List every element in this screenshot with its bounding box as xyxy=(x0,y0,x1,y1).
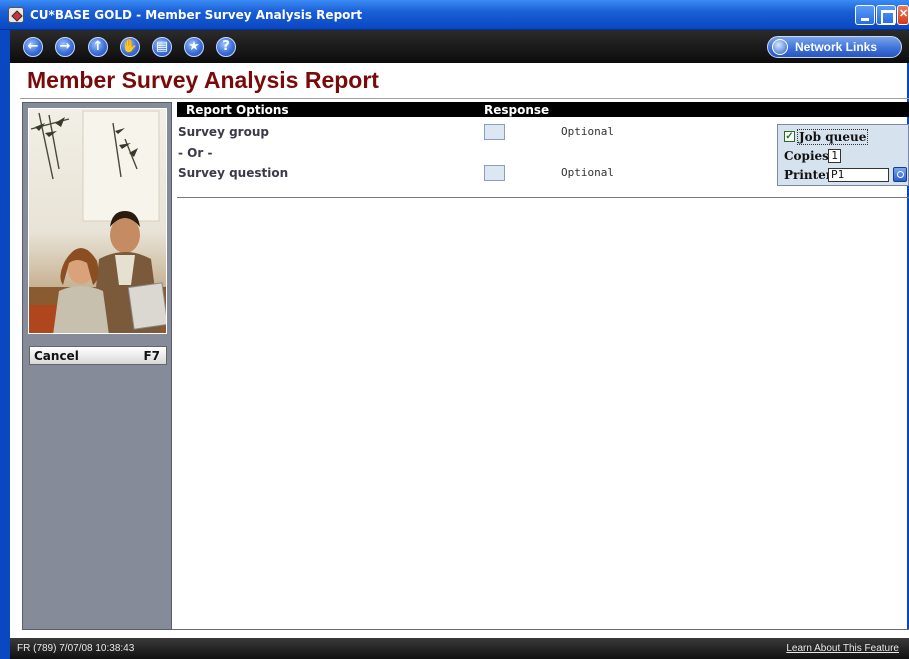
globe-icon xyxy=(772,39,788,55)
close-button[interactable] xyxy=(897,5,909,25)
job-queue-label[interactable]: Job queue xyxy=(797,129,869,145)
printer-lookup-icon[interactable] xyxy=(893,167,907,182)
side-panel: Cancel F7 xyxy=(22,102,172,630)
window-frame-left xyxy=(0,30,10,659)
status-bar: FR (789) 7/07/08 10:38:43 Learn About Th… xyxy=(10,638,909,659)
network-links-button[interactable]: Network Links xyxy=(767,36,902,58)
maximize-button[interactable] xyxy=(876,5,896,25)
printer-label: Printer xyxy=(784,168,833,182)
printer-input[interactable]: P1 xyxy=(828,168,889,182)
title-bar: CU*BASE GOLD - Member Survey Analysis Re… xyxy=(0,0,909,30)
print-icon[interactable]: ▤ xyxy=(152,37,172,57)
copies-input[interactable]: 1 xyxy=(828,149,841,163)
cancel-button[interactable]: Cancel F7 xyxy=(29,346,167,365)
cancel-label: Cancel xyxy=(34,349,79,363)
forward-icon[interactable]: → xyxy=(55,37,75,57)
survey-group-field[interactable] xyxy=(484,124,505,140)
up-icon[interactable]: ↑ xyxy=(88,37,108,57)
survey-group-label: Survey group xyxy=(178,125,269,139)
couple-photo xyxy=(28,108,167,334)
header-report-options: Report Options xyxy=(186,103,289,117)
page-title: Member Survey Analysis Report xyxy=(27,67,379,93)
status-info: FR (789) 7/07/08 10:38:43 xyxy=(17,643,135,654)
app-icon xyxy=(8,7,24,23)
job-queue-panel: ✓ Job queue Copies 1 Printer P1 xyxy=(777,124,909,186)
survey-group-optional: Optional xyxy=(561,125,614,138)
or-separator: - Or - xyxy=(178,146,213,160)
window-title: CU*BASE GOLD - Member Survey Analysis Re… xyxy=(30,8,363,22)
network-links-label: Network Links xyxy=(795,40,878,54)
minimize-button[interactable] xyxy=(855,5,875,25)
cancel-shortcut-key: F7 xyxy=(143,349,160,363)
help-icon[interactable]: ? xyxy=(216,37,236,57)
back-icon[interactable]: ← xyxy=(23,37,43,57)
header-response: Response xyxy=(484,103,550,117)
hand-icon[interactable]: ✋ xyxy=(120,37,140,57)
copies-label: Copies xyxy=(784,149,829,163)
survey-question-label: Survey question xyxy=(178,166,289,180)
survey-question-optional: Optional xyxy=(561,166,614,179)
job-queue-checkbox[interactable]: ✓ xyxy=(784,131,795,142)
learn-about-feature-link[interactable]: Learn About This Feature xyxy=(786,643,899,654)
survey-question-field[interactable] xyxy=(484,165,505,181)
options-header: Report Options Response xyxy=(177,102,909,117)
title-divider xyxy=(20,98,909,99)
favorites-icon[interactable]: ★ xyxy=(184,37,204,57)
options-divider xyxy=(177,197,909,198)
toolbar: ← → ↑ ✋ ▤ ★ ? Network Links xyxy=(10,30,909,63)
bottom-gap xyxy=(10,630,909,638)
